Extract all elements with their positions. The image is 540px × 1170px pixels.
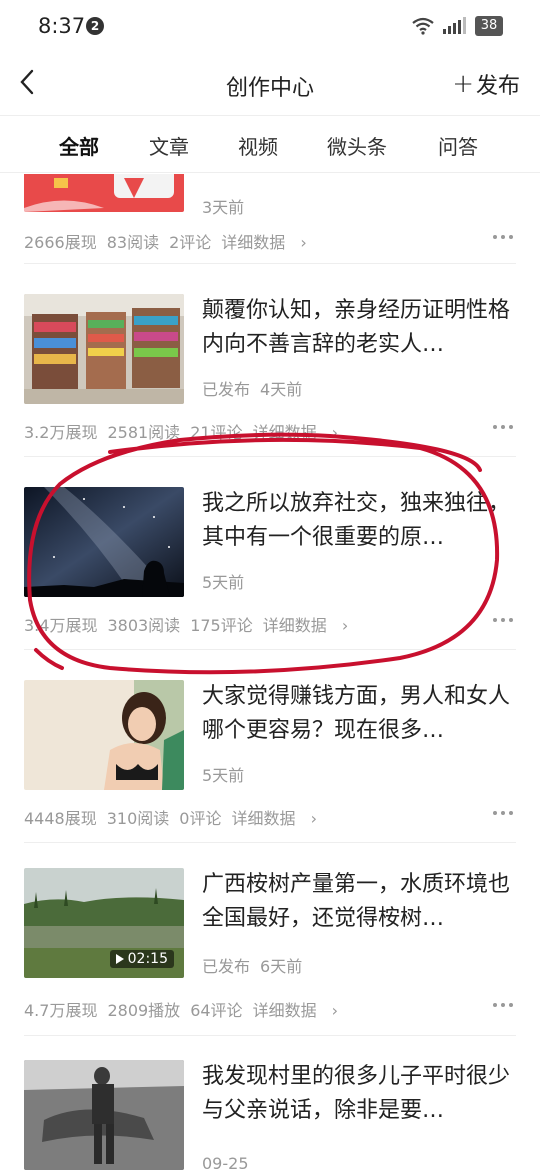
stat-comments: 175评论 — [190, 616, 253, 635]
item-title[interactable]: 颠覆你认知，亲身经历证明性格内向不善言辞的老实人… — [202, 294, 518, 362]
stat-plays: 2809播放 — [107, 1001, 181, 1020]
notification-badge: 2 — [86, 17, 104, 35]
item-stats: 4448展现 310阅读 0评论 详细数据 › — [24, 805, 327, 829]
publish-label: 发布 — [475, 74, 520, 99]
item-thumbnail: 02:15 — [24, 868, 184, 978]
detail-data-link[interactable]: 详细数据 › — [263, 616, 349, 635]
more-icon[interactable] — [492, 233, 514, 241]
wifi-icon — [412, 17, 434, 35]
detail-data-link[interactable]: 详细数据 › — [231, 809, 317, 828]
publish-button[interactable]: + 发布 — [452, 68, 520, 100]
stat-views: 3.4万展现 — [24, 616, 98, 635]
item-thumbnail — [24, 680, 184, 790]
stat-reads: 2581阅读 — [107, 423, 181, 442]
signal-icon — [443, 17, 466, 34]
duration-label: 02:15 — [127, 951, 168, 967]
tab-articles[interactable]: 文章 — [149, 131, 189, 160]
more-icon[interactable] — [492, 616, 514, 624]
header: 创作中心 + 发布 — [0, 56, 540, 116]
item-title[interactable]: 我之所以放弃社交，独来独往，其中有一个很重要的原… — [202, 487, 518, 555]
content-feed[interactable]: 3天前 2666展现 83阅读 2评论 详细数据 › 颠覆你认知，亲身经历证明性… — [0, 174, 540, 1170]
stat-comments: 2评论 — [169, 233, 212, 252]
list-item[interactable]: 我发现村里的很多儿子平时很少与父亲说话，除非是要… 09-25 — [0, 1036, 540, 1170]
item-meta: 5天前 — [202, 762, 244, 786]
detail-data-label: 详细数据 — [231, 809, 296, 828]
list-item[interactable]: 大家觉得赚钱方面，男人和女人哪个更容易？现在很多… 5天前 4448展现 310阅… — [0, 650, 540, 843]
list-item[interactable]: 3天前 2666展现 83阅读 2评论 详细数据 › — [0, 174, 540, 264]
stat-comments: 21评论 — [190, 423, 243, 442]
plus-icon: + — [452, 69, 474, 99]
more-icon[interactable] — [492, 809, 514, 817]
battery-icon: 38 — [475, 16, 503, 36]
tab-all[interactable]: 全部 — [59, 131, 99, 160]
item-time: 5天前 — [202, 573, 245, 592]
stat-comments: 0评论 — [179, 809, 222, 828]
item-time: 09-25 — [202, 1154, 249, 1170]
tab-videos[interactable]: 视频 — [238, 131, 278, 160]
detail-data-label: 详细数据 — [252, 1001, 317, 1020]
play-icon — [115, 954, 124, 964]
item-thumbnail — [24, 487, 184, 597]
detail-data-link[interactable]: 详细数据 › — [253, 1001, 339, 1020]
detail-data-link[interactable]: 详细数据 › — [221, 233, 307, 252]
detail-data-label: 详细数据 — [262, 616, 327, 635]
item-stats: 4.7万展现 2809播放 64评论 详细数据 › — [24, 997, 348, 1021]
item-thumbnail — [24, 174, 184, 212]
detail-data-label: 详细数据 — [221, 233, 286, 252]
stat-views: 4.7万展现 — [24, 1001, 98, 1020]
item-title[interactable]: 大家觉得赚钱方面，男人和女人哪个更容易？现在很多… — [202, 680, 518, 748]
item-meta: 已发布 4天前 — [202, 376, 302, 400]
stat-reads: 3803阅读 — [107, 616, 181, 635]
video-duration: 02:15 — [109, 950, 174, 968]
more-icon[interactable] — [492, 423, 514, 431]
stat-views: 3.2万展现 — [24, 423, 98, 442]
more-icon[interactable] — [492, 1001, 514, 1009]
item-stats: 3.4万展现 3803阅读 175评论 详细数据 › — [24, 612, 358, 636]
item-time: 4天前 — [260, 380, 303, 399]
item-status: 已发布 — [202, 380, 251, 399]
item-time: 6天前 — [260, 957, 303, 976]
item-status: 已发布 — [202, 957, 251, 976]
item-stats: 2666展现 83阅读 2评论 详细数据 › — [24, 229, 317, 253]
item-meta: 5天前 — [202, 569, 244, 593]
tab-micro-posts[interactable]: 微头条 — [327, 131, 387, 160]
item-stats: 3.2万展现 2581阅读 21评论 详细数据 › — [24, 419, 348, 443]
item-time: 5天前 — [202, 766, 245, 785]
item-title[interactable]: 广西桉树产量第一，水质环境也全国最好，还觉得桉树… — [202, 868, 518, 936]
item-time: 3天前 — [202, 198, 245, 217]
item-meta: 09-25 — [202, 1154, 249, 1170]
list-item[interactable]: 颠覆你认知，亲身经历证明性格内向不善言辞的老实人… 已发布 4天前 3.2万展现 2… — [0, 264, 540, 457]
list-item[interactable]: 我之所以放弃社交，独来独往，其中有一个很重要的原… 5天前 3.4万展现 3803… — [0, 457, 540, 650]
item-meta: 已发布 6天前 — [202, 953, 302, 977]
stat-reads: 310阅读 — [106, 809, 170, 828]
item-title[interactable]: 我发现村里的很多儿子平时很少与父亲说话，除非是要… — [202, 1060, 518, 1128]
list-item[interactable]: 02:15 广西桉树产量第一，水质环境也全国最好，还觉得桉树… 已发布 6天前 4… — [0, 843, 540, 1036]
detail-data-label: 详细数据 — [252, 423, 317, 442]
status-bar: 8:37 2 38 — [0, 0, 540, 56]
stat-comments: 64评论 — [190, 1001, 243, 1020]
item-thumbnail — [24, 294, 184, 404]
item-thumbnail — [24, 1060, 184, 1170]
status-time: 8:37 — [38, 14, 86, 38]
stat-views: 4448展现 — [24, 809, 97, 828]
tab-qa[interactable]: 问答 — [438, 131, 478, 160]
item-meta: 3天前 — [202, 194, 244, 218]
detail-data-link[interactable]: 详细数据 › — [253, 423, 339, 442]
stat-reads: 83阅读 — [106, 233, 160, 252]
stat-views: 2666展现 — [24, 233, 97, 252]
tab-bar: 全部 文章 视频 微头条 问答 — [0, 117, 540, 173]
